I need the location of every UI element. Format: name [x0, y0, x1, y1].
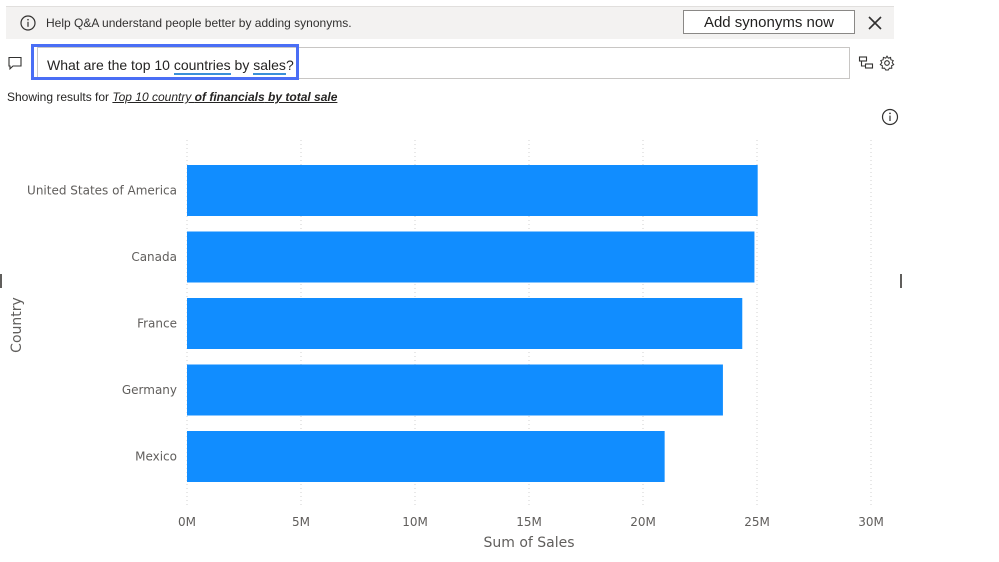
restated-segment: Top 10 country — [112, 90, 195, 104]
y-axis-title: Country — [9, 297, 25, 353]
bar[interactable] — [187, 431, 665, 482]
recognized-term: sales — [253, 57, 286, 75]
bar[interactable] — [187, 298, 743, 349]
recognized-term: countries — [173, 57, 231, 75]
show-all-suggestions-icon[interactable] — [858, 55, 874, 71]
x-axis-title: Sum of Sales — [483, 535, 574, 551]
info-icon — [20, 15, 36, 31]
x-tick-label: 20M — [630, 515, 656, 529]
category-label: Mexico — [135, 450, 177, 464]
category-label: Germany — [122, 383, 177, 397]
x-tick-label: 30M — [858, 515, 884, 529]
gear-icon[interactable] — [879, 55, 895, 71]
close-icon[interactable] — [866, 14, 884, 32]
bar[interactable] — [187, 231, 755, 283]
restated-segment: by total sale — [268, 90, 338, 104]
bar[interactable] — [187, 165, 758, 216]
x-tick-label: 5M — [292, 515, 310, 529]
x-tick-label: 0M — [178, 515, 196, 529]
category-label: France — [137, 317, 177, 331]
category-label: United States of America — [27, 184, 177, 198]
bar[interactable] — [187, 364, 723, 416]
question-segment: ? — [285, 57, 294, 73]
info-icon[interactable] — [881, 108, 899, 126]
bar-chart: United States of America Canada France Germ… — [9, 140, 884, 551]
restated-segment: of financials — [194, 90, 265, 104]
category-labels: United States of America Canada France Germ… — [27, 184, 177, 464]
banner-message: Help Q&A understand people better by add… — [46, 16, 352, 30]
x-tick-label: 25M — [744, 515, 770, 529]
question-segment: What are the top 10 — [47, 57, 174, 73]
x-tick-label: 15M — [516, 515, 542, 529]
bars — [187, 165, 758, 482]
add-synonyms-button[interactable]: Add synonyms now — [683, 10, 855, 34]
chat-icon — [8, 56, 22, 70]
tick-labels: 0M 5M 10M 15M 20M 25M 30M — [178, 515, 884, 529]
restated-question-link[interactable]: Top 10 country of financials by total sa… — [112, 90, 337, 104]
question-text[interactable]: What are the top 10 countries by sales? — [47, 57, 294, 75]
showing-results-line: Showing results for Top 10 country of fi… — [7, 90, 337, 104]
synonyms-banner: Help Q&A understand people better by add… — [6, 6, 894, 39]
question-segment: by — [230, 57, 254, 73]
category-label: Canada — [131, 250, 177, 264]
x-tick-label: 10M — [402, 515, 428, 529]
showing-prefix: Showing results for — [7, 90, 113, 104]
